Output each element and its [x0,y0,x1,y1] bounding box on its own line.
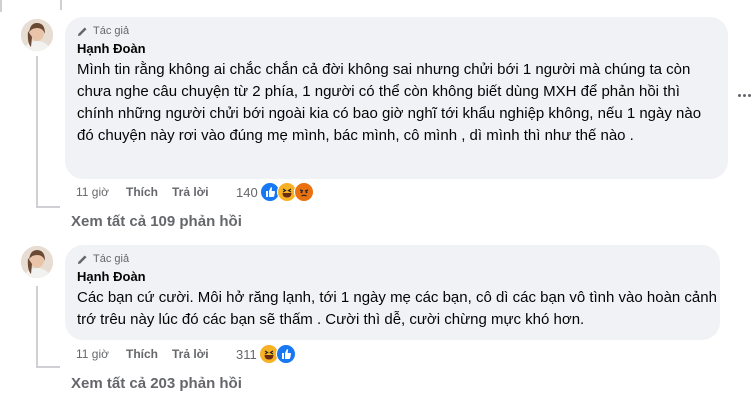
comment-text: Mình tin rằng không ai chắc chắn cả đời … [77,61,702,144]
like-button[interactable]: Thích [126,345,158,363]
thread-line [0,0,2,12]
reply-button[interactable]: Trả lời [172,183,209,201]
thread-line [36,286,38,368]
avatar-photo [21,19,53,51]
reaction-count: 311 [236,346,257,362]
author-badge: Tác giả [77,252,129,266]
pencil-icon [77,254,87,264]
thread-line [36,56,38,208]
avatar[interactable] [21,246,53,278]
author-badge-label: Tác giả [93,253,130,265]
comment-text: Các bạn cứ cười. Môi hở răng lạnh, tới 1… [77,289,717,328]
author-name[interactable]: Hạnh Đoàn [77,41,146,57]
comment-time[interactable]: 11 giờ [76,183,109,201]
angry-icon [293,182,314,202]
author-name[interactable]: Hạnh Đoàn [77,269,146,285]
author-badge-label: Tác giả [93,25,130,37]
view-all-replies-link[interactable]: Xem tất cả 109 phản hồi [71,212,242,232]
avatar-photo [21,246,53,278]
comment-bubble: Tác giả Hạnh Đoàn Mình tin rằng không ai… [65,17,728,179]
view-all-replies-link[interactable]: Xem tất cả 203 phản hồi [71,374,242,394]
like-button[interactable]: Thích [126,183,158,201]
thread-line [36,366,60,368]
comment-time[interactable]: 11 giờ [76,345,109,363]
thread-line [36,206,60,208]
reaction-count: 140 [236,184,258,200]
comment-bubble: Tác giả Hạnh Đoàn Các bạn cứ cười. Môi h… [65,245,720,340]
thread-line [60,0,62,10]
like-icon [275,344,296,364]
avatar[interactable] [21,19,53,51]
author-badge: Tác giả [77,24,129,38]
comment-actions: 11 giờ Thích Trả lời [76,345,209,363]
reaction-summary[interactable]: 140 [236,182,314,202]
reaction-summary[interactable]: 311 [236,344,296,364]
reply-button[interactable]: Trả lời [172,345,209,363]
more-options-icon[interactable] [738,94,752,98]
pencil-icon [77,26,87,36]
comment-actions: 11 giờ Thích Trả lời [76,183,209,201]
